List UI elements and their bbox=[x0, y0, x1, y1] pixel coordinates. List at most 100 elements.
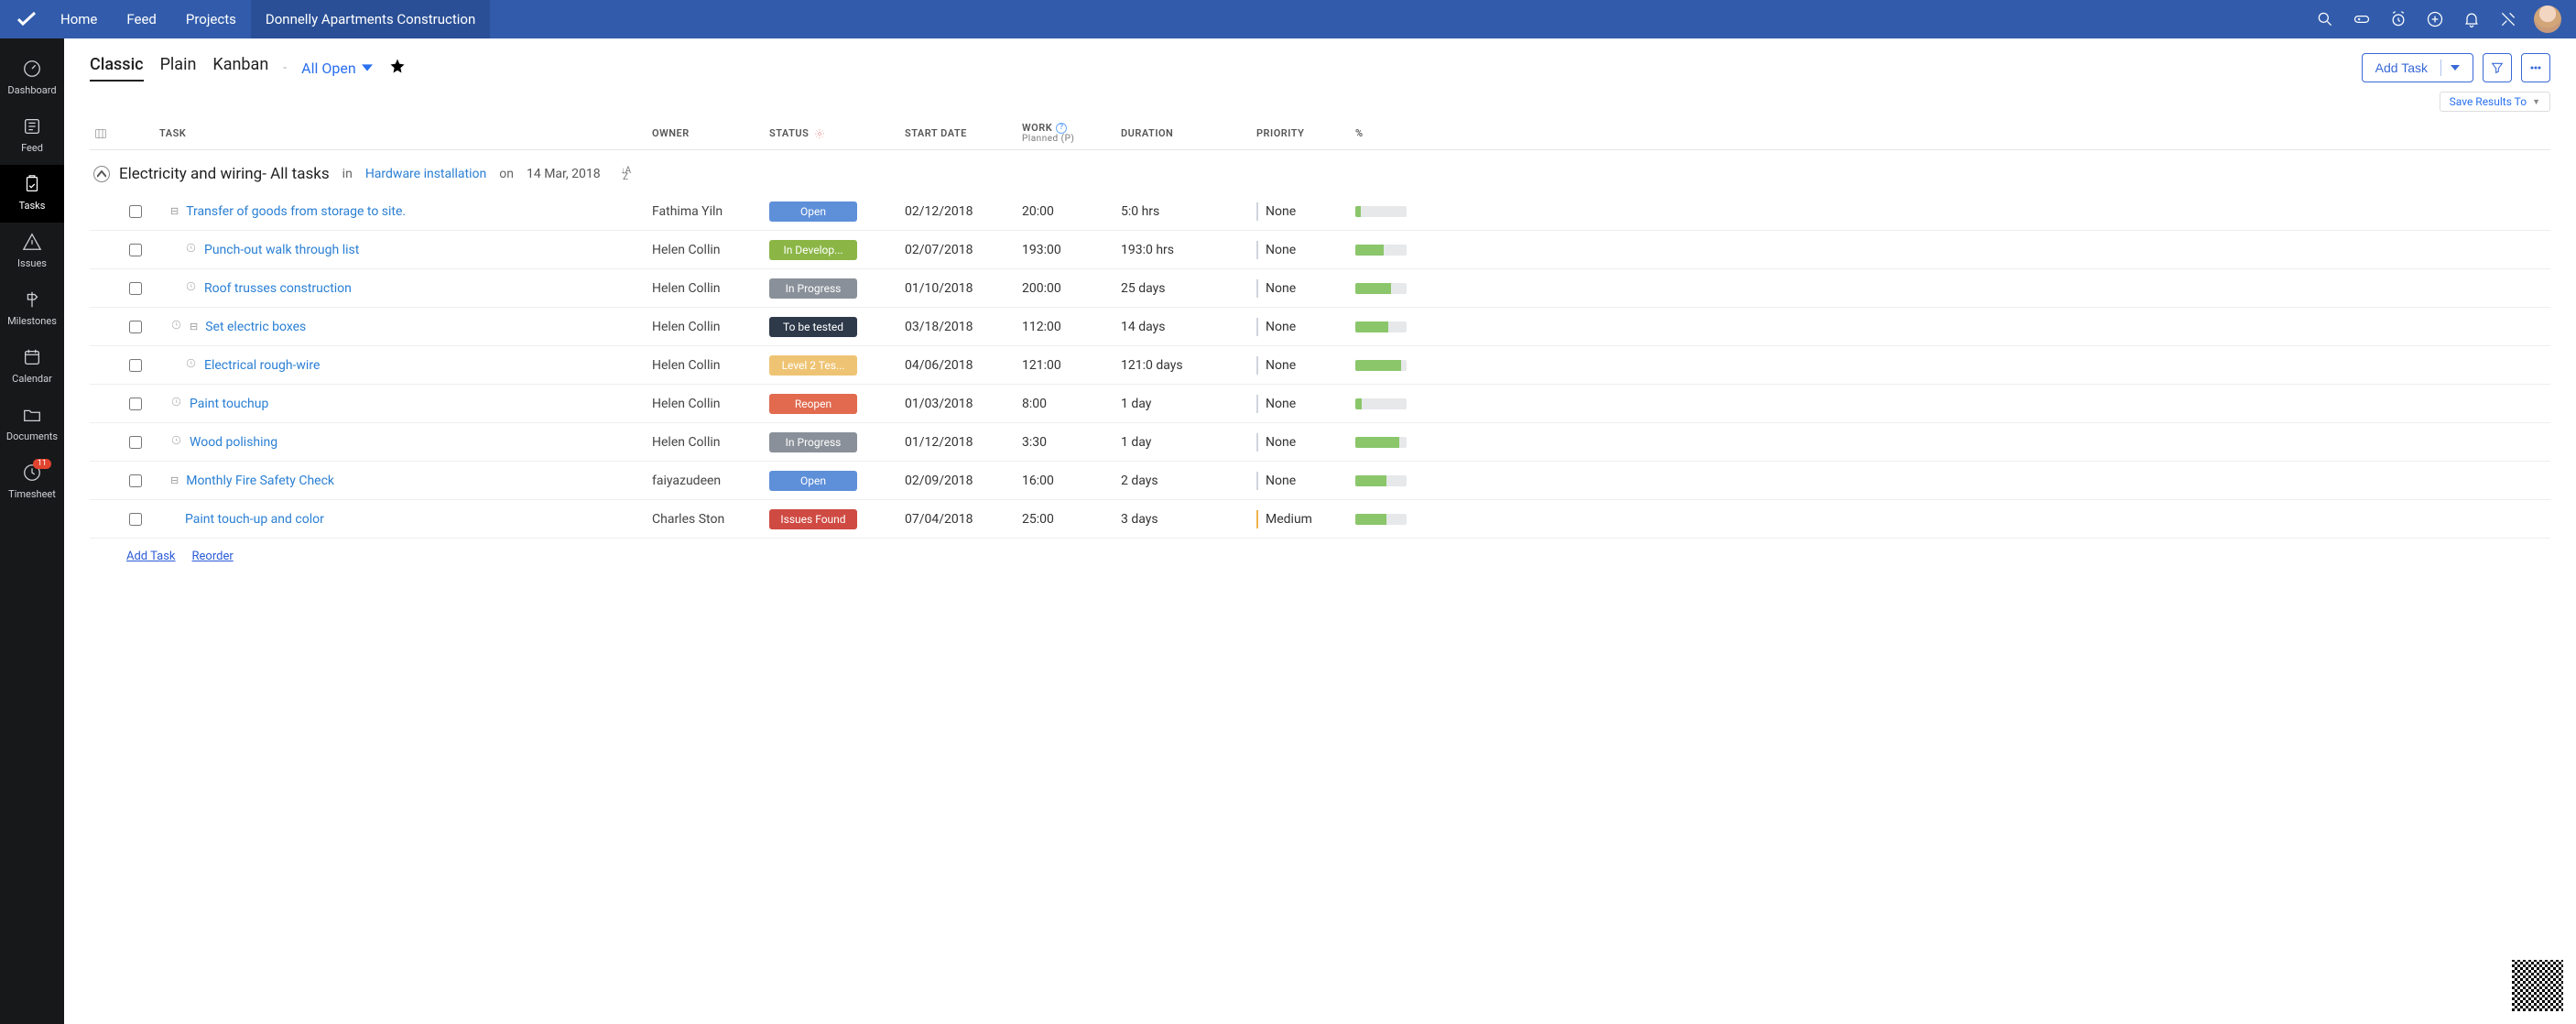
tree-toggle[interactable]: ⊟ bbox=[190, 321, 198, 332]
start-date-cell[interactable]: 03/18/2018 bbox=[905, 320, 1015, 334]
start-date-cell[interactable]: 02/09/2018 bbox=[905, 474, 1015, 488]
notifications-button[interactable] bbox=[2453, 0, 2490, 38]
timer-button[interactable] bbox=[2380, 0, 2417, 38]
rail-item-tasks[interactable]: Tasks bbox=[0, 165, 64, 223]
status-cell[interactable]: To be tested bbox=[769, 317, 897, 337]
priority-cell[interactable]: Medium bbox=[1256, 510, 1348, 528]
more-options-button[interactable] bbox=[2521, 53, 2550, 82]
percent-cell[interactable] bbox=[1355, 514, 1438, 525]
owner-cell[interactable]: Helen Collin bbox=[652, 243, 762, 257]
user-avatar[interactable] bbox=[2534, 5, 2561, 33]
status-cell[interactable]: Reopen bbox=[769, 394, 897, 414]
work-cell[interactable]: 112:00 bbox=[1022, 320, 1114, 334]
footer-reorder-link[interactable]: Reorder bbox=[192, 550, 234, 563]
duration-cell[interactable]: 1 day bbox=[1121, 397, 1249, 411]
add-task-caret[interactable] bbox=[2451, 60, 2460, 75]
search-button[interactable] bbox=[2307, 0, 2343, 38]
start-date-cell[interactable]: 02/12/2018 bbox=[905, 204, 1015, 219]
tree-toggle[interactable]: ⊟ bbox=[170, 474, 179, 486]
owner-cell[interactable]: Helen Collin bbox=[652, 397, 762, 411]
app-logo[interactable] bbox=[7, 8, 46, 30]
work-cell[interactable]: 20:00 bbox=[1022, 204, 1114, 219]
rail-item-milestones[interactable]: Milestones bbox=[0, 280, 64, 338]
row-checkbox[interactable] bbox=[129, 398, 142, 410]
priority-cell[interactable]: None bbox=[1256, 202, 1348, 221]
percent-cell[interactable] bbox=[1355, 206, 1438, 217]
percent-cell[interactable] bbox=[1355, 245, 1438, 256]
owner-cell[interactable]: Helen Collin bbox=[652, 435, 762, 450]
task-link[interactable]: Monthly Fire Safety Check bbox=[186, 474, 334, 488]
owner-cell[interactable]: Helen Collin bbox=[652, 281, 762, 296]
percent-cell[interactable] bbox=[1355, 398, 1438, 409]
status-cell[interactable]: Issues Found bbox=[769, 509, 897, 529]
task-link[interactable]: Set electric boxes bbox=[205, 320, 306, 334]
tree-toggle[interactable]: ⊟ bbox=[170, 205, 179, 217]
duration-cell[interactable]: 5:0 hrs bbox=[1121, 204, 1249, 219]
duration-cell[interactable]: 3 days bbox=[1121, 512, 1249, 527]
priority-cell[interactable]: None bbox=[1256, 433, 1348, 452]
row-checkbox[interactable] bbox=[129, 513, 142, 526]
priority-cell[interactable]: None bbox=[1256, 395, 1348, 413]
row-checkbox[interactable] bbox=[129, 282, 142, 295]
work-cell[interactable]: 25:00 bbox=[1022, 512, 1114, 527]
status-cell[interactable]: In Progress bbox=[769, 278, 897, 299]
owner-cell[interactable]: faiyazudeen bbox=[652, 474, 762, 488]
view-tab-classic[interactable]: Classic bbox=[90, 55, 144, 82]
sort-toggle[interactable]: ↓A Z bbox=[621, 168, 632, 180]
duration-cell[interactable]: 2 days bbox=[1121, 474, 1249, 488]
work-cell[interactable]: 3:30 bbox=[1022, 435, 1114, 450]
row-checkbox[interactable] bbox=[129, 244, 142, 256]
favorite-toggle[interactable] bbox=[389, 58, 406, 78]
duration-cell[interactable]: 25 days bbox=[1121, 281, 1249, 296]
work-cell[interactable]: 8:00 bbox=[1022, 397, 1114, 411]
percent-cell[interactable] bbox=[1355, 437, 1438, 448]
col-task[interactable]: TASK bbox=[159, 127, 645, 139]
start-date-cell[interactable]: 01/03/2018 bbox=[905, 397, 1015, 411]
rail-item-feed[interactable]: Feed bbox=[0, 107, 64, 165]
col-percent[interactable]: % bbox=[1355, 127, 1438, 139]
status-cell[interactable]: In Develop... bbox=[769, 240, 897, 260]
task-link[interactable]: Paint touch-up and color bbox=[185, 512, 324, 527]
save-results-button[interactable]: Save Results To ▼ bbox=[2440, 92, 2550, 112]
row-checkbox[interactable] bbox=[129, 205, 142, 218]
row-checkbox[interactable] bbox=[129, 321, 142, 333]
filter-panel-button[interactable] bbox=[2483, 53, 2512, 82]
task-link[interactable]: Wood polishing bbox=[190, 435, 277, 450]
view-tab-plain[interactable]: Plain bbox=[160, 55, 197, 80]
status-cell[interactable]: Open bbox=[769, 471, 897, 491]
start-date-cell[interactable]: 02/07/2018 bbox=[905, 243, 1015, 257]
add-task-button[interactable]: Add Task bbox=[2362, 53, 2473, 82]
nav-item-donnelly-apartments-construction[interactable]: Donnelly Apartments Construction bbox=[251, 0, 490, 38]
start-date-cell[interactable]: 01/10/2018 bbox=[905, 281, 1015, 296]
priority-cell[interactable]: None bbox=[1256, 472, 1348, 490]
percent-cell[interactable] bbox=[1355, 321, 1438, 332]
task-link[interactable]: Roof trusses construction bbox=[204, 281, 352, 296]
priority-cell[interactable]: None bbox=[1256, 241, 1348, 259]
work-cell[interactable]: 200:00 bbox=[1022, 281, 1114, 296]
status-cell[interactable]: Level 2 Tes... bbox=[769, 355, 897, 376]
col-owner[interactable]: OWNER bbox=[652, 127, 762, 139]
row-checkbox[interactable] bbox=[129, 474, 142, 487]
footer-add-task-link[interactable]: Add Task bbox=[126, 550, 176, 563]
status-cell[interactable]: In Progress bbox=[769, 432, 897, 452]
start-date-cell[interactable]: 04/06/2018 bbox=[905, 358, 1015, 373]
start-date-cell[interactable]: 07/04/2018 bbox=[905, 512, 1015, 527]
work-cell[interactable]: 16:00 bbox=[1022, 474, 1114, 488]
col-priority[interactable]: PRIORITY bbox=[1256, 127, 1348, 139]
percent-cell[interactable] bbox=[1355, 283, 1438, 294]
work-cell[interactable]: 193:00 bbox=[1022, 243, 1114, 257]
rail-item-issues[interactable]: Issues bbox=[0, 223, 64, 280]
group-collapse-toggle[interactable] bbox=[93, 166, 110, 182]
duration-cell[interactable]: 193:0 hrs bbox=[1121, 243, 1249, 257]
status-cell[interactable]: Open bbox=[769, 202, 897, 222]
col-work[interactable]: WORK? Planned (P) bbox=[1022, 123, 1114, 144]
rail-item-dashboard[interactable]: Dashboard bbox=[0, 49, 64, 107]
row-checkbox[interactable] bbox=[129, 436, 142, 449]
add-button[interactable] bbox=[2417, 0, 2453, 38]
column-settings-button[interactable] bbox=[90, 126, 112, 141]
col-start-date[interactable]: START DATE bbox=[905, 127, 1015, 139]
owner-cell[interactable]: Helen Collin bbox=[652, 320, 762, 334]
tools-button[interactable] bbox=[2490, 0, 2527, 38]
row-checkbox[interactable] bbox=[129, 359, 142, 372]
task-link[interactable]: Punch-out walk through list bbox=[204, 243, 359, 257]
